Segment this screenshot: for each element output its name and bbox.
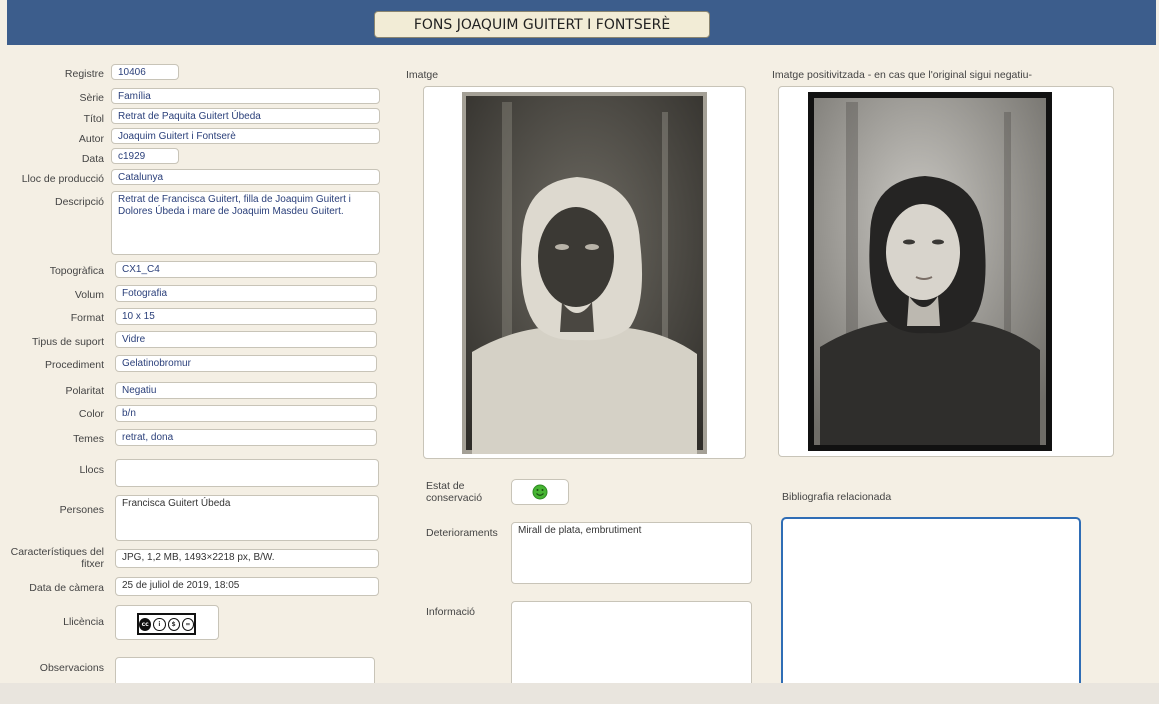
descripcio-field[interactable]: Retrat de Francisca Guitert, filla de Jo… (111, 191, 380, 255)
nd-icon: = (181, 617, 194, 631)
positive-photo-image (808, 92, 1052, 451)
cc-icon: cc (139, 617, 152, 631)
label-autor: Autor (78, 133, 104, 145)
informacio-label: Informació (426, 606, 476, 618)
label-procediment: Procediment (45, 359, 104, 371)
label-volum: Volum (74, 289, 104, 301)
label-data-camera: Data de càmera (29, 582, 104, 594)
smiley-icon (532, 484, 548, 500)
registre-field[interactable]: 10406 (111, 64, 179, 80)
label-lloc-produccio: Lloc de producció (21, 173, 104, 185)
label-titol: Títol (83, 113, 104, 125)
label-llocs: Llocs (79, 464, 104, 476)
imatge-label: Imatge (406, 69, 439, 81)
procediment-field[interactable]: Gelatinobromur (115, 355, 377, 372)
by-icon: i (153, 617, 166, 631)
negative-photo-image (462, 92, 707, 454)
temes-field[interactable]: retrat, dona (115, 429, 377, 446)
nc-icon: $ (167, 617, 180, 631)
deterioraments-field[interactable]: Mirall de plata, embrutiment (511, 522, 752, 584)
polaritat-field[interactable]: Negatiu (115, 382, 377, 399)
caracteristiques-field[interactable]: JPG, 1,2 MB, 1493×2218 px, B/W. (115, 549, 379, 568)
label-descripcio: Descripció (54, 196, 104, 208)
label-serie: Sèrie (79, 92, 104, 104)
label-llicencia: Llicència (63, 616, 104, 628)
autor-field[interactable]: Joaquim Guitert i Fontserè (111, 128, 380, 144)
persones-field[interactable]: Francisca Guitert Úbeda (115, 495, 379, 541)
serie-field[interactable]: Família (111, 88, 380, 104)
negative-photo[interactable] (462, 92, 707, 454)
titol-field[interactable]: Retrat de Paquita Guitert Úbeda (111, 108, 380, 124)
label-data: Data (81, 153, 104, 165)
label-persones: Persones (59, 504, 104, 516)
label-caracteristiques: Característiques del fitxer (10, 546, 104, 570)
label-topografica: Topogràfica (49, 265, 104, 277)
llocs-field[interactable] (115, 459, 379, 487)
positive-photo[interactable] (808, 92, 1052, 451)
conservacio-label: Estat de conservació (426, 480, 483, 504)
page-title: FONS JOAQUIM GUITERT I FONTSERÈ (374, 11, 710, 38)
label-color: Color (78, 408, 104, 420)
label-tipus-suport: Tipus de suport (32, 336, 104, 348)
bottom-bar (0, 683, 1159, 704)
volum-field[interactable]: Fotografia (115, 285, 377, 302)
data-camera-field[interactable]: 25 de juliol de 2019, 18:05 (115, 577, 379, 596)
label-polaritat: Polaritat (65, 385, 104, 397)
label-registre: Registre (64, 68, 104, 80)
lloc-produccio-field[interactable]: Catalunya (111, 169, 380, 185)
label-temes: Temes (73, 433, 104, 445)
bibliografia-label: Bibliografia relacionada (782, 491, 892, 503)
conservacio-field[interactable] (511, 479, 569, 505)
data-field[interactable]: c1929 (111, 148, 179, 164)
imatge-positivitzada-label: Imatge positivitzada - en cas que l'orig… (772, 69, 1032, 81)
deterioraments-label: Deterioraments (426, 527, 498, 539)
bibliografia-field[interactable] (781, 517, 1081, 704)
label-observacions: Observacions (39, 662, 104, 674)
label-format: Format (70, 312, 104, 324)
tipus-suport-field[interactable]: Vidre (115, 331, 377, 348)
topografica-field[interactable]: CX1_C4 (115, 261, 377, 278)
color-field[interactable]: b/n (115, 405, 377, 422)
cc-license-badge[interactable]: cc i $ = (137, 613, 196, 635)
format-field[interactable]: 10 x 15 (115, 308, 377, 325)
